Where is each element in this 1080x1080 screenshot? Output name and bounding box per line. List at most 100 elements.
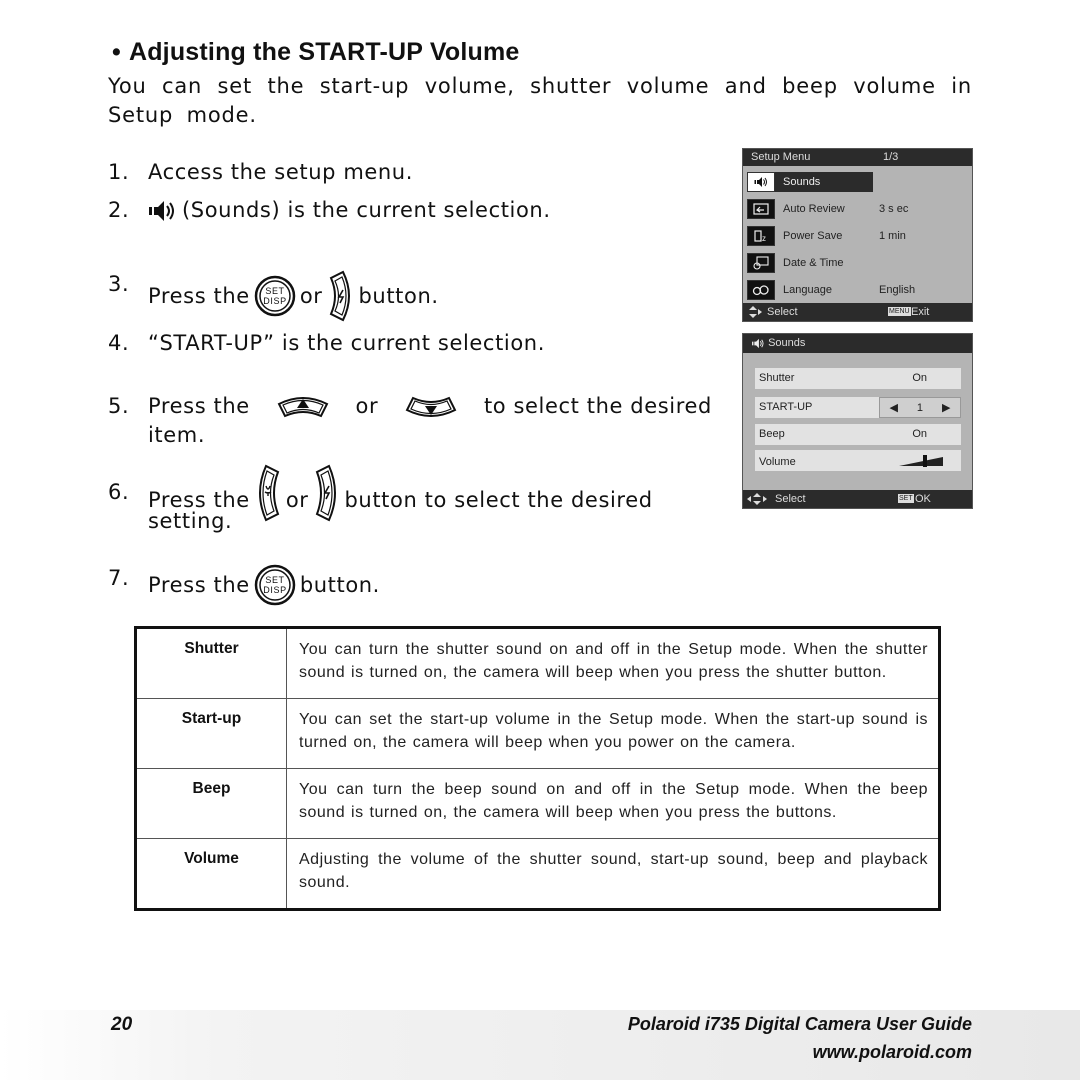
left-arrow-icon[interactable]: ◀ [889,401,897,414]
sound-icon [747,172,775,192]
flash-right-button-icon [315,464,336,522]
row-description: You can set the start-up volume in the S… [286,698,940,769]
row-description: You can turn the shutter sound on and of… [286,627,940,699]
table-row: Volume Adjusting the volume of the shutt… [135,838,940,910]
table-row: Shutter You can turn the shutter sound o… [135,627,940,699]
menu-item-label: Sounds [783,176,821,188]
menu-item-date-time[interactable]: Date & Time [747,253,883,273]
step-5-continued: item. [148,421,205,450]
svg-text:SET: SET [265,575,284,585]
sound-row-shutter[interactable]: Shutter On [755,368,961,389]
footer-exit-label: Exit [911,306,930,318]
step-3: 3. Press the SET DISP or button. [108,270,439,322]
up-arrow-button-icon [277,396,329,417]
flash-right-button-icon [329,270,350,322]
sound-row-startup[interactable]: START-UP [755,397,887,418]
step-text: Press the [148,394,250,418]
date-time-icon [747,253,775,273]
sound-settings-table: Shutter You can turn the shutter sound o… [134,626,941,911]
startup-value-stepper[interactable]: ◀ 1 ▶ [879,397,961,418]
sound-row-volume[interactable]: Volume [755,450,961,471]
dpad-all-icon [747,493,767,505]
power-save-icon: z [747,226,775,246]
svg-text:DISP: DISP [263,585,286,595]
sounds-screen: Sounds Shutter On START-UP ◀ 1 ▶ Beep On… [742,333,973,509]
volume-knob[interactable] [923,455,927,467]
step-text: Press the [148,572,250,597]
svg-text:z: z [762,234,766,243]
step-1: 1. Access the setup menu. [108,158,413,187]
setup-menu-title: Setup Menu [751,151,811,163]
menu-item-value: English [879,284,916,296]
page-number: 20 [111,1014,133,1035]
heading-bullet: • [112,38,121,66]
step-number: 4. [108,331,130,355]
menu-item-sounds[interactable]: Sounds [747,172,883,192]
step-number: 6. [108,480,130,504]
step-text: or [355,394,379,418]
setup-menu-page: 1/3 [883,151,899,163]
guide-url[interactable]: www.polaroid.com [813,1042,972,1063]
step-4: 4. “START-UP” is the current selection. [108,329,545,358]
right-arrow-icon[interactable]: ▶ [942,401,950,414]
setup-menu-screen: Setup Menu 1/3 Sounds Auto Review 3 s ec… [742,148,973,322]
volume-slider[interactable] [899,454,943,468]
menu-item-value: 3 s ec [879,203,909,215]
row-key: Volume [135,838,287,910]
step-text: setting. [148,509,233,533]
step-7: 7. Press the SET DISP button. [108,564,380,606]
table-row: Start-up You can set the start-up volume… [135,698,940,769]
set-disp-button-icon: SET DISP [254,564,296,606]
step-text: button. [358,283,439,308]
row-value: 1 [916,401,924,414]
row-value: On [912,428,927,440]
footer-select-label: Select [767,306,798,318]
step-5: 5. Press the or to select the desired [108,392,712,421]
row-label: START-UP [759,401,813,413]
step-2: 2. (Sounds) is the current selection. [108,196,551,225]
menu-item-language[interactable]: Language English [747,280,915,300]
row-description: You can turn the beep sound on and off i… [286,768,940,839]
step-number: 7. [108,566,130,590]
row-label: Volume [759,456,796,468]
step-6-continued: setting. [148,507,232,536]
setup-menu-footer: Select MENU Exit [743,303,972,321]
sound-row-beep[interactable]: Beep On [755,424,961,445]
step-text: (Sounds) is the current selection. [182,198,551,222]
step-text: “START-UP” is the current selection. [148,331,545,355]
sound-icon [149,200,174,221]
menu-item-label: Language [783,284,832,296]
table-row: Beep You can turn the beep sound on and … [135,768,940,839]
menu-item-label: Power Save [783,230,843,242]
menu-item-auto-review[interactable]: Auto Review 3 s ec [747,199,908,219]
step-number: 2. [108,198,130,222]
svg-text:SET: SET [265,286,284,296]
menu-item-power-save[interactable]: z Power Save 1 min [747,226,906,246]
step-text: item. [148,423,206,447]
auto-review-icon [747,199,775,219]
guide-title: Polaroid i735 Digital Camera User Guide [627,1014,972,1034]
step-text: button. [299,572,380,597]
sounds-footer: Select SET OK [743,490,972,508]
row-label: Beep [759,428,785,440]
row-key: Start-up [135,698,287,769]
setup-menu-header: Setup Menu 1/3 [743,149,972,166]
step-text: or [285,487,309,512]
row-label: Shutter [759,372,795,384]
row-description: Adjusting the volume of the shutter soun… [286,838,940,910]
dpad-updown-icon [749,306,762,318]
sounds-title: Sounds [768,337,806,349]
row-key: Beep [135,768,287,839]
step-number: 1. [108,160,130,184]
intro-paragraph: You can set the start-up volume, shutter… [108,74,972,127]
row-key: Shutter [135,627,287,699]
step-text: button to select the desired [344,487,653,512]
step-text: Press the [148,283,250,308]
heading-title: Adjusting the START-UP Volume [128,38,520,66]
sound-icon [752,338,764,348]
section-heading: • Adjusting the START-UP Volume [112,38,519,67]
language-icon [747,280,775,300]
set-disp-button-icon: SET DISP [254,275,296,317]
footer-select-label: Select [775,493,806,505]
menu-key-icon: MENU [888,307,911,316]
